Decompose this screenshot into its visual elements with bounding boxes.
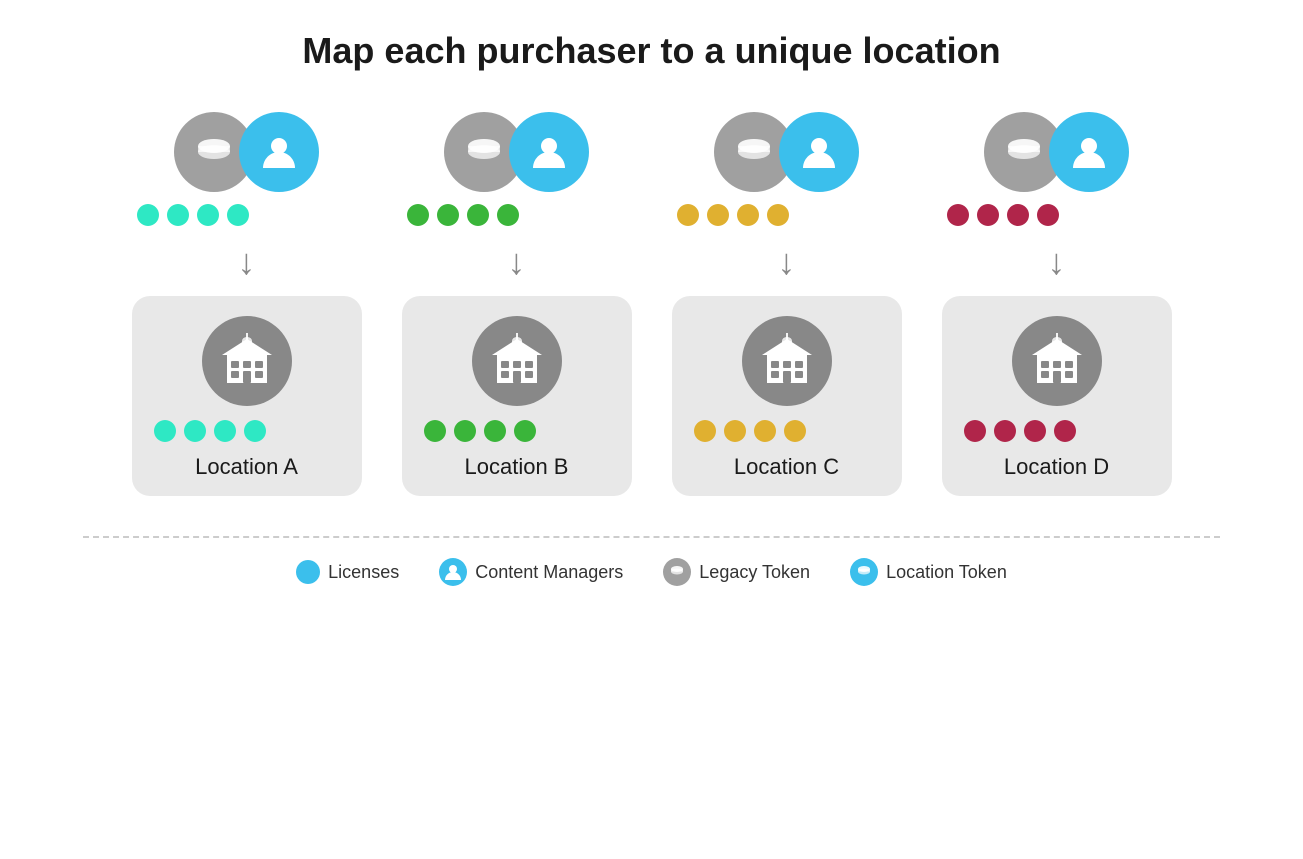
card-dot bbox=[1024, 420, 1046, 442]
building-icon bbox=[217, 331, 277, 391]
top-dots-row bbox=[667, 204, 789, 226]
person-icon bbox=[1069, 132, 1109, 172]
top-dots-row bbox=[127, 204, 249, 226]
legend-coin-blue-icon bbox=[850, 558, 878, 586]
dot bbox=[167, 204, 189, 226]
coin-icon bbox=[1002, 130, 1046, 174]
building-icon-circle bbox=[202, 316, 292, 406]
legend-item-label: Legacy Token bbox=[699, 562, 810, 583]
column-col-a: ↓ Location A bbox=[127, 112, 367, 496]
dot bbox=[737, 204, 759, 226]
legend-item: Licenses bbox=[296, 560, 399, 584]
legend-dot-icon bbox=[296, 560, 320, 584]
top-dots-row bbox=[397, 204, 519, 226]
dot bbox=[707, 204, 729, 226]
legend-item-label: Location Token bbox=[886, 562, 1007, 583]
location-card: Location C bbox=[672, 296, 902, 496]
top-icons bbox=[984, 112, 1129, 192]
person-icon bbox=[799, 132, 839, 172]
legend-item: Content Managers bbox=[439, 558, 623, 586]
top-icons bbox=[444, 112, 589, 192]
legend-item: Legacy Token bbox=[663, 558, 810, 586]
top-icons bbox=[174, 112, 319, 192]
arrow-down: ↓ bbox=[508, 244, 526, 280]
card-dot bbox=[694, 420, 716, 442]
card-dot bbox=[154, 420, 176, 442]
card-dots-row bbox=[688, 420, 806, 442]
coin-icon bbox=[192, 130, 236, 174]
legend-coin-gray-icon bbox=[663, 558, 691, 586]
card-dot bbox=[214, 420, 236, 442]
location-card: Location B bbox=[402, 296, 632, 496]
dot bbox=[1037, 204, 1059, 226]
dot bbox=[437, 204, 459, 226]
location-label: Location A bbox=[195, 454, 298, 480]
dot bbox=[227, 204, 249, 226]
dot bbox=[497, 204, 519, 226]
top-dots-row bbox=[937, 204, 1059, 226]
card-dot bbox=[1054, 420, 1076, 442]
columns-row: ↓ Location A bbox=[20, 112, 1283, 496]
card-dots-row bbox=[958, 420, 1076, 442]
dot bbox=[1007, 204, 1029, 226]
building-icon-circle bbox=[472, 316, 562, 406]
dot bbox=[197, 204, 219, 226]
location-label: Location C bbox=[734, 454, 839, 480]
coin-icon bbox=[462, 130, 506, 174]
person-icon-circle bbox=[239, 112, 319, 192]
building-icon-circle bbox=[742, 316, 832, 406]
card-dot bbox=[754, 420, 776, 442]
card-dot bbox=[994, 420, 1016, 442]
person-icon-circle bbox=[1049, 112, 1129, 192]
person-icon-circle bbox=[509, 112, 589, 192]
legend-item: Location Token bbox=[850, 558, 1007, 586]
person-icon bbox=[259, 132, 299, 172]
card-dots-row bbox=[418, 420, 536, 442]
location-card: Location D bbox=[942, 296, 1172, 496]
card-dot bbox=[184, 420, 206, 442]
card-dot bbox=[514, 420, 536, 442]
location-label: Location B bbox=[465, 454, 569, 480]
dot bbox=[677, 204, 699, 226]
dot bbox=[467, 204, 489, 226]
dot bbox=[407, 204, 429, 226]
person-icon-circle bbox=[779, 112, 859, 192]
column-col-d: ↓ Location D bbox=[937, 112, 1177, 496]
legend-row: Licenses Content Managers Legacy Token L… bbox=[296, 558, 1007, 586]
card-dot bbox=[454, 420, 476, 442]
location-label: Location D bbox=[1004, 454, 1109, 480]
card-dot bbox=[784, 420, 806, 442]
top-icons bbox=[714, 112, 859, 192]
card-dot bbox=[424, 420, 446, 442]
dot bbox=[767, 204, 789, 226]
building-icon-circle bbox=[1012, 316, 1102, 406]
building-icon bbox=[1027, 331, 1087, 391]
arrow-down: ↓ bbox=[778, 244, 796, 280]
card-dot bbox=[724, 420, 746, 442]
legend-person-icon bbox=[439, 558, 467, 586]
column-col-c: ↓ Location C bbox=[667, 112, 907, 496]
legend-separator bbox=[83, 536, 1220, 538]
dot bbox=[137, 204, 159, 226]
building-icon bbox=[757, 331, 817, 391]
card-dot bbox=[484, 420, 506, 442]
legend-item-label: Licenses bbox=[328, 562, 399, 583]
column-col-b: ↓ Location B bbox=[397, 112, 637, 496]
legend-item-label: Content Managers bbox=[475, 562, 623, 583]
card-dot bbox=[964, 420, 986, 442]
dot bbox=[947, 204, 969, 226]
card-dot bbox=[244, 420, 266, 442]
page-title: Map each purchaser to a unique location bbox=[302, 30, 1000, 72]
arrow-down: ↓ bbox=[238, 244, 256, 280]
main-content: ↓ Location A bbox=[20, 112, 1283, 586]
dot bbox=[977, 204, 999, 226]
building-icon bbox=[487, 331, 547, 391]
person-icon bbox=[529, 132, 569, 172]
coin-icon bbox=[732, 130, 776, 174]
card-dots-row bbox=[148, 420, 266, 442]
arrow-down: ↓ bbox=[1048, 244, 1066, 280]
location-card: Location A bbox=[132, 296, 362, 496]
